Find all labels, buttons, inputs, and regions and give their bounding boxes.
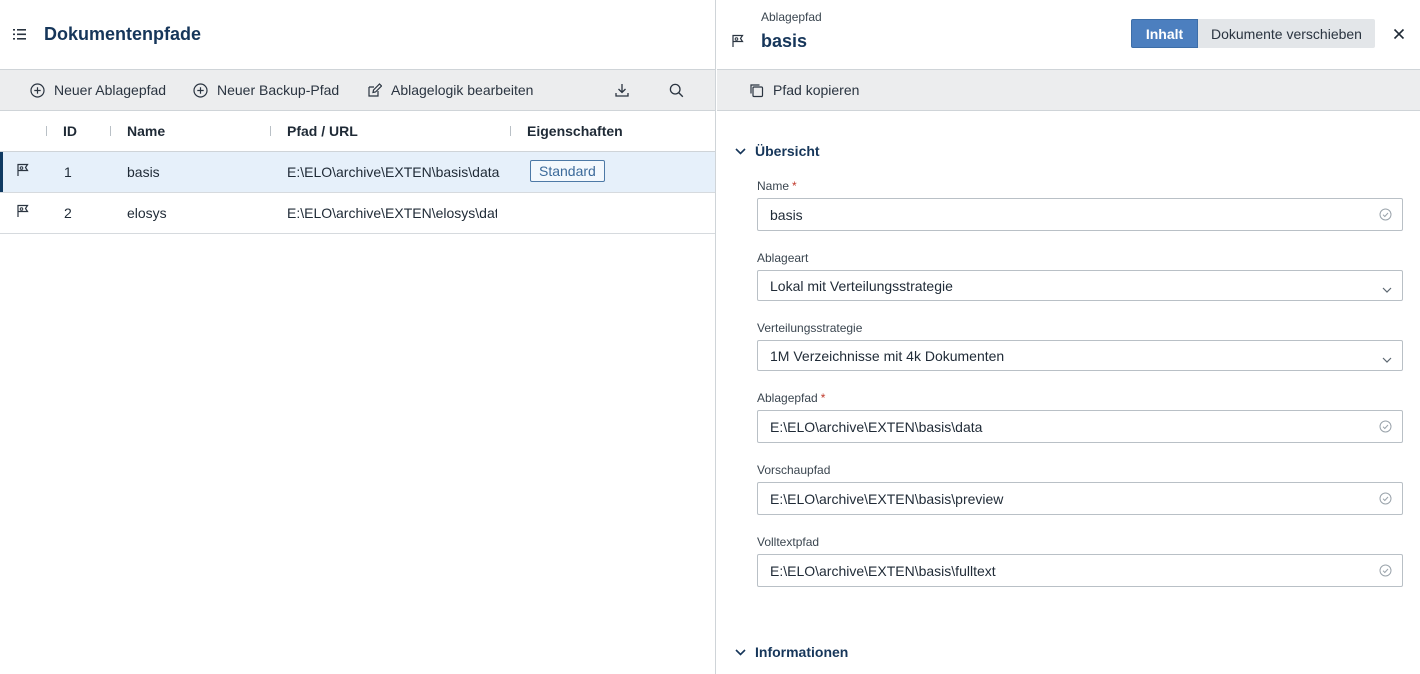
row-name: basis [127,164,160,180]
column-header-name[interactable]: Name [127,123,165,139]
row-id: 2 [64,205,72,221]
plus-circle-icon [30,82,45,98]
storage-type-select[interactable]: Lokal mit Verteilungsstrategie [757,270,1403,301]
new-storage-path-button[interactable]: Neuer Ablagepfad [30,70,166,110]
storage-path-label-text: Ablagepfad [757,391,818,405]
edit-storage-logic-label: Ablagelogik bearbeiten [391,82,534,98]
standard-badge: Standard [530,160,605,182]
name-label-text: Name [757,179,790,193]
section-overview-toggle[interactable]: Übersicht [735,143,820,159]
fulltext-path-value: E:\ELO\archive\EXTEN\basis\fulltext [770,562,996,579]
check-circle-icon [1379,492,1392,508]
new-backup-path-button[interactable]: Neuer Backup-Pfad [193,70,339,110]
chevron-down-icon [1382,350,1392,366]
column-separator[interactable] [46,126,47,136]
check-circle-icon [1379,208,1392,224]
column-separator[interactable] [510,126,511,136]
storage-path-icon [16,204,30,221]
chevron-down-icon [1382,280,1392,296]
download-button[interactable] [614,70,639,110]
column-header-id[interactable]: ID [63,123,77,139]
check-circle-icon [1379,564,1392,580]
copy-path-button[interactable]: Pfad kopieren [749,70,859,110]
plus-circle-icon [193,82,208,98]
chevron-down-icon [735,648,746,656]
storage-path-field[interactable]: E:\ELO\archive\EXTEN\basis\data [757,410,1403,443]
detail-header: Ablagepfad basis Inhalt Dokumente versch… [717,0,1420,70]
required-marker: * [820,391,826,405]
strategy-value: 1M Verzeichnisse mit 4k Dokumenten [770,347,1005,364]
copy-path-label: Pfad kopieren [773,82,860,98]
required-marker: * [792,179,797,193]
storage-path-icon [731,34,745,51]
preview-path-value: E:\ELO\archive\EXTEN\basis\preview [770,490,1004,507]
row-name: elosys [127,205,167,221]
strategy-select[interactable]: 1M Verzeichnisse mit 4k Dokumenten [757,340,1403,371]
preview-path-field[interactable]: E:\ELO\archive\EXTEN\basis\preview [757,482,1403,515]
storage-path-value: E:\ELO\archive\EXTEN\basis\data [770,418,983,435]
column-separator[interactable] [270,126,271,136]
tab-content[interactable]: Inhalt [1131,19,1198,48]
row-id: 1 [64,164,72,180]
section-overview-title: Übersicht [755,143,820,159]
name-label: Name * [757,179,797,193]
detail-toolbar: Pfad kopieren [717,70,1420,111]
copy-icon [750,83,764,97]
row-path: E:\ELO\archive\EXTEN\basis\data [287,164,500,180]
preview-path-label: Vorschaupfad [757,463,831,477]
list-icon[interactable] [13,28,27,42]
tab-move-documents[interactable]: Dokumente verschieben [1198,19,1375,48]
view-tabs: Inhalt Dokumente verschieben [1131,19,1375,48]
section-information-toggle[interactable]: Informationen [735,644,848,660]
paths-list-pane: Dokumentenpfade Neuer Ablagepfad Neuer B… [0,0,716,674]
check-circle-icon [1379,420,1392,436]
edit-storage-logic-button[interactable]: Ablagelogik bearbeiten [367,70,533,110]
edit-icon [368,82,382,97]
column-separator[interactable] [110,126,111,136]
search-icon [669,83,684,97]
detail-title: basis [761,31,808,51]
chevron-down-icon [735,147,746,155]
page-title: Dokumentenpfade [44,24,202,44]
storage-type-value: Lokal mit Verteilungsstrategie [770,277,953,294]
list-toolbar: Neuer Ablagepfad Neuer Backup-Pfad Ablag… [0,70,715,111]
detail-pane: Ablagepfad basis Inhalt Dokumente versch… [717,0,1420,674]
section-information-title: Informationen [755,644,849,660]
fulltext-path-field[interactable]: E:\ELO\archive\EXTEN\basis\fulltext [757,554,1403,587]
table-header: ID Name Pfad / URL Eigenschaften [0,111,715,152]
name-value: basis [770,206,803,223]
column-header-path[interactable]: Pfad / URL [287,123,358,139]
row-path: E:\ELO\archive\EXTEN\elosys\dat [287,205,497,221]
search-button[interactable] [669,70,693,110]
close-icon[interactable] [1393,27,1405,43]
new-backup-path-label: Neuer Backup-Pfad [217,82,340,98]
storage-type-label: Ablageart [757,251,809,265]
storage-path-label: Ablagepfad * [757,391,825,405]
fulltext-path-label: Volltextpfad [757,535,820,549]
storage-path-icon [16,163,30,180]
name-field[interactable]: basis [757,198,1403,231]
table-row[interactable]: 2 elosys E:\ELO\archive\EXTEN\elosys\dat [0,193,715,234]
column-header-properties[interactable]: Eigenschaften [527,123,623,139]
list-header: Dokumentenpfade [0,0,715,70]
detail-subtitle: Ablagepfad [761,10,822,24]
download-icon [615,84,629,97]
strategy-label: Verteilungsstrategie [757,321,863,335]
new-storage-path-label: Neuer Ablagepfad [54,82,167,98]
table-row[interactable]: 1 basis E:\ELO\archive\EXTEN\basis\data … [0,152,715,193]
